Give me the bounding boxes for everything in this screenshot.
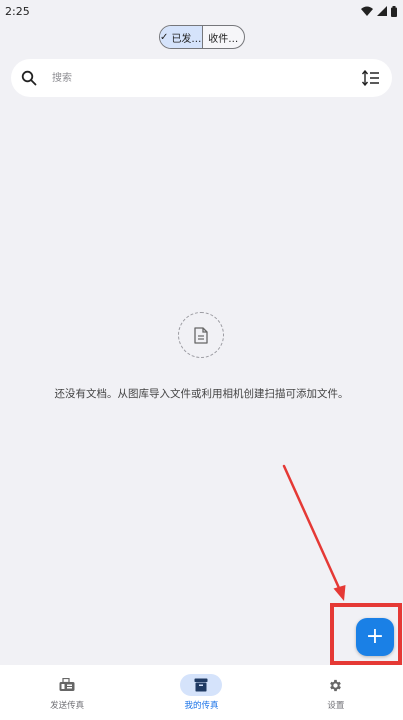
nav-icon-container: [46, 674, 88, 696]
add-file-button[interactable]: +: [356, 618, 394, 656]
search-bar: [11, 59, 392, 97]
document-icon: [194, 326, 208, 344]
nav-label-send-fax: 发送传真: [50, 701, 85, 711]
nav-icon-container: [180, 674, 223, 696]
nav-item-send-fax[interactable]: 发送传真: [0, 665, 134, 720]
segment-inbox[interactable]: 收件…: [201, 26, 245, 48]
status-time: 2:25: [5, 4, 30, 18]
plus-icon: +: [365, 624, 385, 649]
nav-icon-container: [315, 674, 357, 696]
check-icon: ✓: [160, 31, 169, 43]
nav-item-my-fax[interactable]: 我的传真: [134, 665, 268, 720]
search-icon[interactable]: [21, 70, 37, 86]
archive-icon: [194, 678, 208, 692]
segment-sent-label: 已发…: [171, 33, 202, 45]
gear-icon: [330, 679, 342, 691]
bottom-navigation: 发送传真 我的传真 设置: [0, 665, 403, 720]
empty-state-message: 还没有文档。从图库导入文件或利用相机创建扫描可添加文件。: [54, 388, 349, 400]
annotation-arrow: [282, 464, 346, 601]
battery-icon: [391, 5, 397, 17]
nav-label-my-fax: 我的传真: [184, 701, 219, 711]
wifi-icon: [361, 6, 373, 16]
status-bar: 2:25: [0, 0, 403, 22]
folder-segmented-control: ✓ 已发… 收件…: [159, 25, 245, 49]
status-icons: [361, 5, 397, 17]
segment-sent[interactable]: ✓ 已发…: [160, 26, 202, 48]
segment-inbox-label: 收件…: [208, 33, 239, 45]
sort-icon[interactable]: [362, 70, 380, 86]
fax-icon: [59, 678, 75, 691]
cellular-icon: [377, 6, 387, 16]
nav-item-settings[interactable]: 设置: [269, 665, 403, 720]
empty-state-icon-circle: [178, 312, 224, 358]
nav-label-settings: 设置: [327, 701, 345, 711]
search-input[interactable]: [50, 71, 362, 85]
